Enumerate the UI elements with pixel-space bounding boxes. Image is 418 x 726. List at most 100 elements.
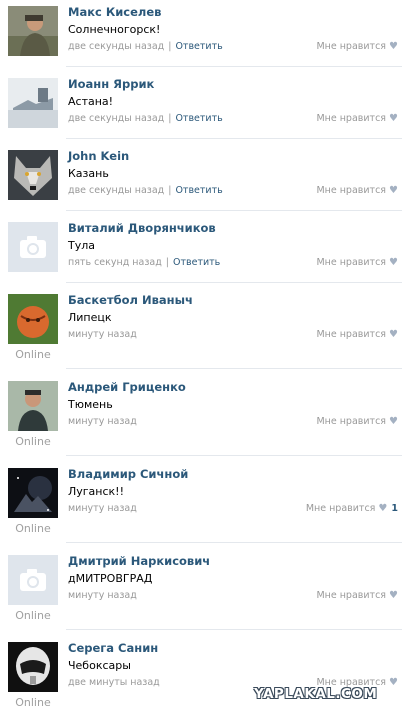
basketball-photo-icon	[8, 294, 58, 344]
like-button[interactable]: Мне нравится ♥	[316, 41, 398, 52]
comment-item: John Kein Казань две секунды назад | Ответ…	[0, 144, 418, 211]
helmet-photo-icon	[8, 642, 58, 692]
comment-item: Online Серега Санин Чебоксары две минуты…	[0, 636, 418, 726]
comment-meta: две секунды назад | Ответить	[68, 41, 223, 52]
online-status: Online	[15, 435, 51, 448]
comment-item: Иоанн Яррик Астана! две секунды назад | От…	[0, 72, 418, 139]
like-label: Мне нравится	[316, 590, 387, 601]
online-status: Online	[15, 696, 51, 709]
like-label: Мне нравится	[316, 416, 387, 427]
author-name[interactable]: John Kein	[68, 149, 129, 163]
heart-icon: ♥	[389, 257, 398, 268]
timestamp[interactable]: минуту назад	[68, 329, 137, 340]
reply-link[interactable]: Ответить	[175, 113, 222, 124]
heart-icon: ♥	[389, 113, 398, 124]
like-button[interactable]: Мне нравится ♥	[316, 416, 398, 427]
online-status: Online	[15, 348, 51, 361]
author-name[interactable]: Дмитрий Наркисович	[68, 554, 210, 568]
online-status: Online	[15, 522, 51, 535]
avatar[interactable]	[8, 381, 58, 431]
divider	[66, 210, 402, 211]
author-name[interactable]: Макс Киселев	[68, 5, 161, 19]
avatar[interactable]	[8, 468, 58, 518]
timestamp[interactable]: минуту назад	[68, 590, 137, 601]
timestamp[interactable]: минуту назад	[68, 503, 137, 514]
like-button[interactable]: Мне нравится ♥	[316, 329, 398, 340]
comment-meta: две секунды назад | Ответить	[68, 113, 223, 124]
author-name[interactable]: Серега Санин	[68, 641, 158, 655]
author-name[interactable]: Баскетбол Иваныч	[68, 293, 193, 307]
timestamp[interactable]: две секунды назад	[68, 113, 164, 124]
comment-text: Липецк	[68, 311, 112, 324]
like-label: Мне нравится	[305, 503, 376, 514]
like-button[interactable]: Мне нравится ♥	[316, 590, 398, 601]
divider	[66, 368, 402, 369]
comment-text: Чебоксары	[68, 659, 131, 672]
comment-text: дМИТРОВГРАД	[68, 572, 153, 585]
timestamp[interactable]: две секунды назад	[68, 185, 164, 196]
comment-meta: пять секунд назад | Ответить	[68, 257, 221, 268]
avatar[interactable]	[8, 642, 58, 692]
avatar[interactable]	[8, 294, 58, 344]
user-photo-icon	[8, 381, 58, 431]
comment-item: Макс Киселев Солнечногорск! две секунды …	[0, 0, 418, 67]
heart-icon: ♥	[378, 503, 388, 514]
timestamp[interactable]: минуту назад	[68, 416, 137, 427]
user-photo-icon	[8, 6, 58, 56]
comment-text: Казань	[68, 167, 109, 180]
avatar[interactable]	[8, 78, 58, 128]
divider	[66, 282, 402, 283]
timestamp[interactable]: две минуты назад	[68, 677, 160, 688]
comment-item: Online Дмитрий Наркисович дМИТРОВГРАД ми…	[0, 549, 418, 631]
comment-list: Макс Киселев Солнечногорск! две секунды …	[0, 0, 418, 726]
timestamp[interactable]: пять секунд назад	[68, 257, 162, 268]
avatar[interactable]	[8, 150, 58, 200]
reply-link[interactable]: Ответить	[175, 41, 222, 52]
comment-text: Тула	[68, 239, 96, 252]
avatar[interactable]	[8, 555, 58, 605]
heart-icon: ♥	[389, 185, 398, 196]
comment-item: Online Баскетбол Иваныч Липецк минуту на…	[0, 288, 418, 370]
like-label: Мне нравится	[316, 41, 387, 52]
divider	[66, 138, 402, 139]
online-status: Online	[15, 609, 51, 622]
author-name[interactable]: Иоанн Яррик	[68, 77, 154, 91]
heart-icon: ♥	[389, 590, 398, 601]
like-button[interactable]: Мне нравится ♥	[316, 185, 398, 196]
avatar[interactable]	[8, 6, 58, 56]
heart-icon: ♥	[389, 41, 398, 52]
author-name[interactable]: Владимир Сичной	[68, 467, 188, 481]
watermark: YAPLAKAL.COM	[254, 686, 378, 702]
author-name[interactable]: Андрей Гриценко	[68, 380, 186, 394]
like-label: Мне нравится	[316, 329, 387, 340]
avatar[interactable]	[8, 222, 58, 272]
divider	[66, 455, 402, 456]
author-name[interactable]: Виталий Дворянчиков	[68, 221, 216, 235]
comment-text: Тюмень	[68, 398, 113, 411]
comment-item: Виталий Дворянчиков Тула пять секунд наз…	[0, 216, 418, 283]
divider	[66, 66, 402, 67]
like-button[interactable]: Мне нравится ♥	[316, 257, 398, 268]
user-photo-icon	[8, 78, 58, 128]
like-button[interactable]: Мне нравится ♥	[316, 113, 398, 124]
comment-item: Online Владимир Сичной Луганск!! минуту …	[0, 462, 418, 544]
comment-meta: две секунды назад | Ответить	[68, 185, 223, 196]
comment-text: Луганск!!	[68, 485, 125, 498]
comment-text: Солнечногорск!	[68, 23, 161, 36]
wolf-photo-icon	[8, 150, 58, 200]
like-label: Мне нравится	[316, 257, 387, 268]
space-photo-icon	[8, 468, 58, 518]
heart-icon: ♥	[389, 329, 398, 340]
reply-link[interactable]: Ответить	[175, 185, 222, 196]
comment-text: Астана!	[68, 95, 114, 108]
timestamp[interactable]: две секунды назад	[68, 41, 164, 52]
like-label: Мне нравится	[316, 185, 387, 196]
camera-placeholder-icon	[8, 222, 58, 272]
reply-link[interactable]: Ответить	[173, 257, 220, 268]
like-label: Мне нравится	[316, 113, 387, 124]
like-count: 1	[391, 503, 398, 514]
heart-icon: ♥	[389, 416, 398, 427]
divider	[66, 542, 402, 543]
comment-item: Online Андрей Гриценко Тюмень минуту наз…	[0, 375, 418, 457]
like-button[interactable]: Мне нравится ♥ 1	[306, 503, 398, 514]
